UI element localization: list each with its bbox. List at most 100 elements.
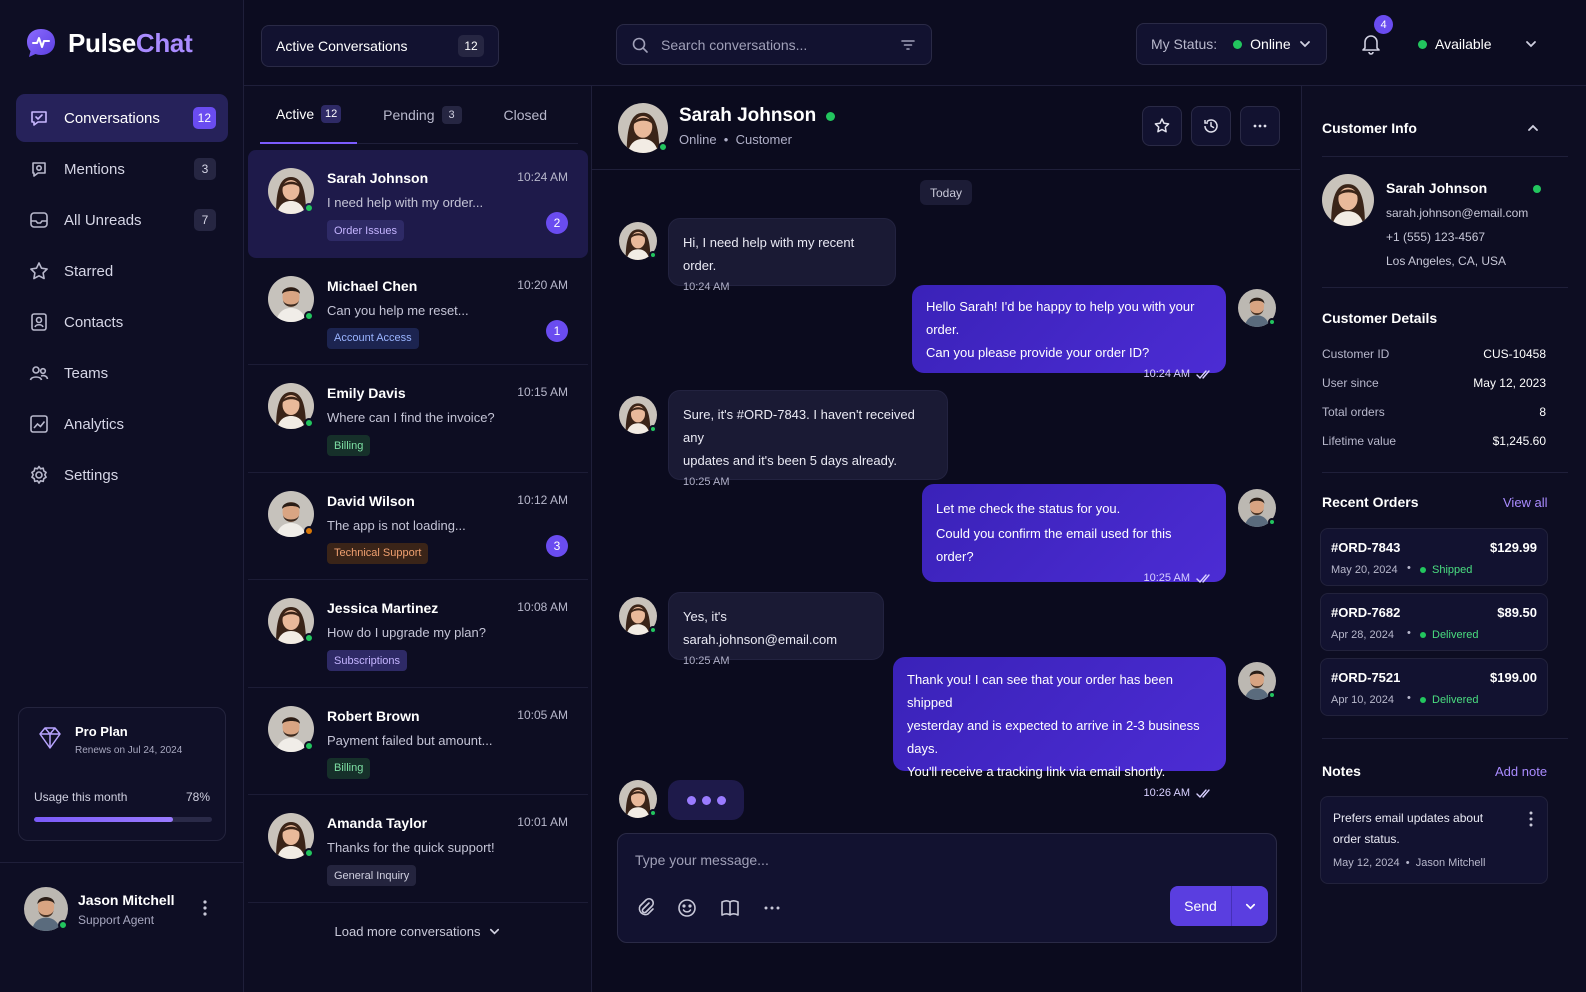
sidebar-item-conversations[interactable]: Conversations 12 [16,94,228,142]
plan-title: Pro Plan [75,724,128,739]
tab-active[interactable]: Active 12 [260,86,358,144]
contact-name: Amanda Taylor [327,815,428,831]
avatar [618,103,668,153]
conversation-item[interactable]: Michael Chen 10:20 AM Can you help me re… [248,258,588,365]
sidebar-item-contacts[interactable]: Contacts [16,298,228,346]
divider [1322,156,1568,157]
status-dropdown[interactable]: My Status: Online [1136,23,1327,65]
chevron-up-icon[interactable] [1526,121,1540,135]
filter-icon[interactable] [899,36,917,54]
tab-pending[interactable]: Pending 3 [367,86,477,144]
history-button[interactable] [1191,106,1231,146]
sidebar-item-label: Analytics [64,415,125,433]
separator: • [1407,562,1411,574]
detail-row: Customer ID CUS-10458 [1322,347,1546,361]
avatar [619,780,657,818]
attachment-icon[interactable] [634,896,658,920]
conversation-item[interactable]: Sarah Johnson 10:24 AM I need help with … [248,150,588,258]
message-meta: 10:24 AM [926,366,1212,382]
online-indicator [658,142,668,152]
sidebar-item-all-unreads[interactable]: All Unreads 7 [16,196,228,244]
conversation-item[interactable]: Emily Davis 10:15 AM Where can I find th… [248,365,588,473]
plan-card[interactable]: Pro Plan Renews on Jul 24, 2024 Usage th… [18,707,226,841]
order-amount: $199.00 [1490,670,1537,685]
sidebar-item-analytics[interactable]: Analytics [16,400,228,448]
chat-contact-name: Sarah Johnson [679,105,836,127]
order-card[interactable]: #ORD-7521 $199.00 Apr 10, 2024 • Deliver… [1320,658,1548,716]
count-badge: 12 [192,107,216,129]
conversation-item[interactable]: Robert Brown 10:05 AM Payment failed but… [248,688,588,795]
unread-badge: 2 [546,212,568,234]
sidebar: PulseChat Conversations 12 Mentions 3 Al… [0,0,244,992]
knowledge-base-icon[interactable] [718,896,742,920]
typing-indicator [668,780,744,820]
load-more-button[interactable]: Load more conversations [244,924,592,939]
agent-indicator [1268,518,1276,526]
view-all-orders-link[interactable]: View all [1503,495,1548,510]
notes-title: Notes [1322,763,1361,779]
order-amount: $89.50 [1497,605,1537,620]
tab-closed[interactable]: Closed [488,86,564,144]
sidebar-item-mentions[interactable]: Mentions 3 [16,145,228,193]
availability-dropdown[interactable]: Available [1418,30,1538,58]
chevron-down-icon [1526,41,1536,48]
send-options-button[interactable] [1232,886,1268,926]
conversation-item[interactable]: David Wilson 10:12 AM The app is not loa… [248,473,588,580]
message-input[interactable] [635,852,1135,876]
sidebar-item-label: Teams [64,364,109,382]
active-conversations-button[interactable]: Active Conversations 12 [261,25,499,67]
message-time: 10:01 AM [517,815,568,829]
recent-orders-title: Recent Orders [1322,494,1419,510]
order-card[interactable]: #ORD-7682 $89.50 Apr 28, 2024 • Delivere… [1320,593,1548,651]
availability-value: Available [1435,36,1492,52]
sidebar-item-label: Conversations [64,109,160,127]
note-text: Prefers email updates about order status… [1333,811,1484,846]
search-icon [632,37,648,53]
app-name: PulseChat [68,27,193,58]
category-tag: Subscriptions [327,650,408,671]
more-options-button[interactable] [1240,106,1280,146]
more-horizontal-icon [1253,124,1267,128]
analytics-icon [30,415,48,433]
more-horizontal-icon[interactable] [760,896,784,920]
agent-indicator [1268,691,1276,699]
message-time: 10:24 AM [517,170,568,184]
active-conversations-label: Active Conversations [276,38,408,54]
star-button[interactable] [1142,106,1182,146]
conversation-item[interactable]: Amanda Taylor 10:01 AM Thanks for the qu… [248,795,588,903]
conversation-item[interactable]: Jessica Martinez 10:08 AM How do I upgra… [248,580,588,688]
order-card[interactable]: #ORD-7843 $129.99 May 20, 2024 • Shipped [1320,528,1548,586]
usage-label: Usage this month [34,790,128,804]
load-more-label: Load more conversations [334,924,481,939]
tab-label: Closed [503,107,548,123]
message-time: 10:20 AM [517,277,568,292]
sidebar-item-settings[interactable]: Settings [16,451,228,499]
agent-profile[interactable]: Jason Mitchell Support Agent [0,862,243,992]
contact-name: Emily Davis [327,385,406,401]
conversation-tabs: Active 12 Pending 3 Closed [260,86,578,144]
message-preview: How do I upgrade my plan? [327,625,486,640]
tab-label: Pending [383,107,435,123]
sidebar-item-starred[interactable]: Starred [16,247,228,295]
count-badge: 3 [441,106,462,124]
search-input[interactable] [661,36,899,53]
online-dot [1533,185,1541,193]
more-vertical-icon[interactable] [1523,809,1539,829]
note-card: Prefers email updates about order status… [1320,796,1548,884]
logo[interactable]: PulseChat [24,26,193,60]
gear-icon [31,465,47,484]
agent-name: Jason Mitchell [78,892,175,908]
send-button[interactable]: Send [1170,886,1232,926]
bell-icon[interactable] [1358,30,1384,56]
add-note-link[interactable]: Add note [1495,764,1547,779]
message-preview: Can you help me reset... [327,302,469,318]
message-preview: Payment failed but amount... [327,732,493,748]
detail-row: Total orders 8 [1322,405,1546,419]
sidebar-item-teams[interactable]: Teams [16,349,228,397]
emoji-icon[interactable] [675,896,699,920]
contacts-icon [31,313,47,331]
message-text: Hello Sarah! I'd be happy to help you wi… [926,299,1195,337]
divider [1322,738,1568,739]
online-indicator [304,740,314,751]
more-vertical-icon[interactable] [197,898,213,918]
